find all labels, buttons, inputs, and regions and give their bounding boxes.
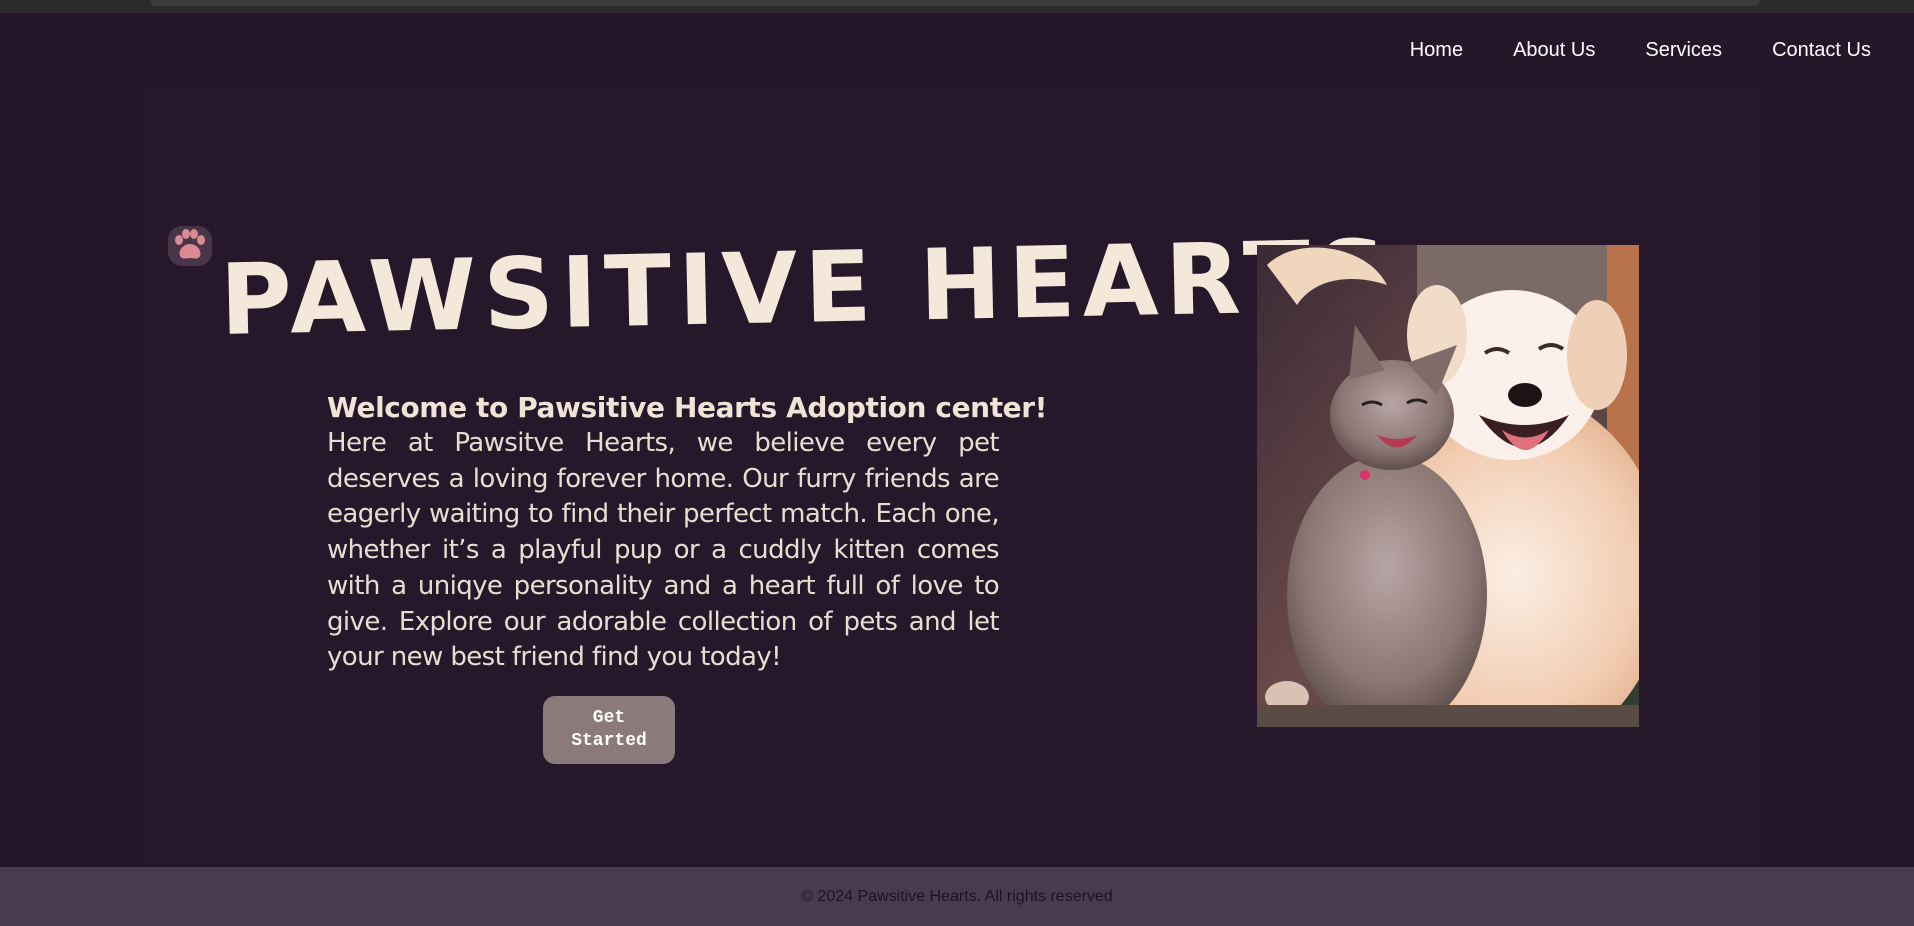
hero-pet-photo xyxy=(1257,245,1639,727)
copyright-text: © 2024 Pawsitive Hearts. All rights rese… xyxy=(801,887,1113,905)
browser-chrome-strip xyxy=(0,0,1914,13)
nav-contact-link[interactable]: Contact Us xyxy=(1772,39,1871,62)
cat-and-dog-image xyxy=(1257,245,1639,727)
nav-about-link[interactable]: About Us xyxy=(1513,39,1595,62)
welcome-paragraph: Here at Pawsitve Hearts, we believe ever… xyxy=(327,428,1000,673)
nav-home-link[interactable]: Home xyxy=(1410,39,1463,62)
hero-title: PAWSITIVE HEARTS xyxy=(218,219,1396,358)
site-footer: © 2024 Pawsitive Hearts. All rights rese… xyxy=(0,867,1914,926)
browser-tab-bar xyxy=(150,0,1760,6)
main-nav: Home About Us Services Contact Us xyxy=(1410,36,1914,64)
nav-services-link[interactable]: Services xyxy=(1645,39,1722,62)
welcome-block: Welcome to Pawsitive Hearts Adoption cen… xyxy=(327,390,1048,676)
paw-icon xyxy=(168,226,212,266)
get-started-button[interactable]: Get Started xyxy=(543,696,675,764)
welcome-heading: Welcome to Pawsitive Hearts Adoption cen… xyxy=(327,391,1048,424)
